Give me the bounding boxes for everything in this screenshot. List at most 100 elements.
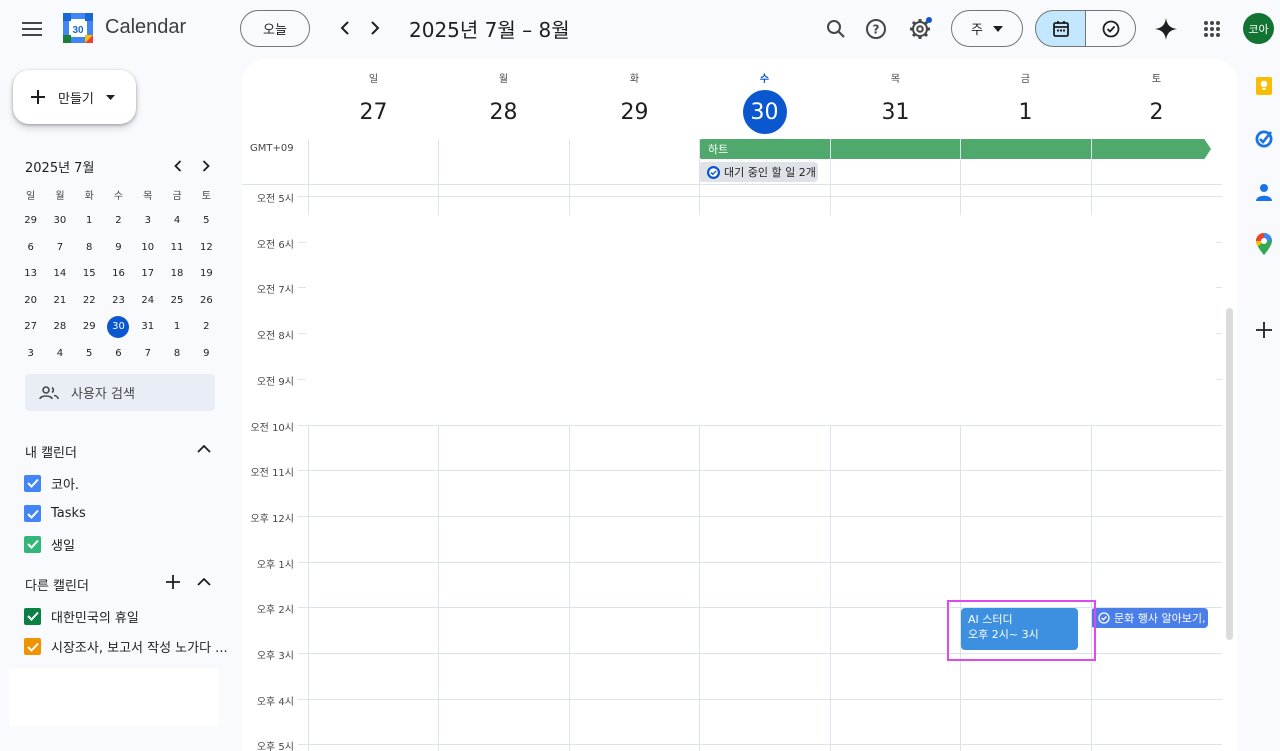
checkbox-checked-icon[interactable] (24, 638, 41, 655)
mini-day-cell[interactable]: 23 (104, 288, 133, 312)
mini-day-cell[interactable]: 5 (192, 209, 221, 233)
mini-day-cell[interactable]: 14 (45, 262, 74, 286)
main-menu-icon[interactable] (16, 13, 48, 45)
mini-day-cell[interactable]: 6 (104, 341, 133, 365)
gemini-sparkle-icon[interactable] (1150, 13, 1182, 45)
mini-day-cell[interactable]: 30 (45, 209, 74, 233)
mini-day-number: 5 (203, 215, 210, 227)
apps-grid-icon[interactable] (1196, 13, 1228, 45)
calendar-list-item[interactable]: 생일 (24, 534, 75, 554)
mini-day-cell[interactable]: 11 (162, 235, 191, 259)
mini-day-cell[interactable]: 10 (133, 235, 162, 259)
day-number[interactable]: 30 (742, 90, 787, 134)
settings-gear-icon[interactable] (904, 13, 936, 45)
day-column-header[interactable]: 토2 (1091, 59, 1222, 134)
search-icon[interactable] (820, 13, 852, 45)
help-icon[interactable]: ? (860, 13, 892, 45)
next-week-icon[interactable] (361, 14, 389, 42)
day-number[interactable]: 29 (613, 90, 657, 134)
mini-day-cell[interactable]: 8 (162, 341, 191, 365)
prev-week-icon[interactable] (331, 14, 359, 42)
view-selector-dropdown[interactable]: 주 (951, 10, 1023, 47)
calendar-list-item[interactable]: Tasks (24, 504, 86, 524)
checkbox-checked-icon[interactable] (24, 607, 41, 625)
day-column-header[interactable]: 수 30 (699, 59, 830, 134)
create-button[interactable]: 만들기 (13, 70, 136, 124)
checkbox-checked-icon[interactable] (24, 474, 41, 492)
checkbox-checked-icon[interactable] (24, 505, 41, 522)
calendar-list-item[interactable]: 시장조사, 보고서 작성 노가다 ... (24, 637, 228, 657)
mini-day-cell[interactable]: 29 (16, 209, 45, 233)
allday-event-bar[interactable]: 하트 (699, 139, 1211, 159)
account-avatar[interactable]: 코아 (1243, 13, 1274, 44)
day-number[interactable]: 28 (482, 90, 526, 134)
mini-day-cell[interactable]: 24 (133, 288, 162, 312)
mini-day-cell[interactable]: 29 (75, 315, 104, 339)
mini-day-cell[interactable]: 1 (162, 315, 191, 339)
add-addon-plus-icon[interactable] (1252, 318, 1276, 342)
mini-day-cell[interactable]: 2 (104, 209, 133, 233)
mini-day-cell[interactable]: 5 (75, 341, 104, 365)
mini-day-cell[interactable]: 9 (192, 341, 221, 365)
mini-day-cell[interactable]: 4 (45, 341, 74, 365)
hour-gridline (298, 698, 1222, 700)
today-button[interactable]: 오늘 (240, 10, 310, 47)
mini-day-cell[interactable]: 12 (192, 235, 221, 259)
mini-day-cell[interactable]: 20 (16, 288, 45, 312)
mini-day-cell[interactable]: 16 (104, 262, 133, 286)
mini-day-cell[interactable]: 21 (45, 288, 74, 312)
mini-day-cell[interactable]: 7 (45, 235, 74, 259)
mini-day-cell[interactable]: 9 (104, 235, 133, 259)
day-column-header[interactable]: 화 29 (569, 59, 700, 134)
day-number[interactable]: 31 (874, 90, 918, 134)
mini-day-cell[interactable]: 19 (192, 262, 221, 286)
day-column-header[interactable]: 월 28 (438, 59, 569, 134)
tasks-view-toggle[interactable] (1085, 10, 1136, 47)
mini-day-cell[interactable]: 31 (133, 315, 162, 339)
pending-tasks-chip[interactable]: 대기 중인 할 일 2개 (699, 162, 818, 182)
mini-day-cell[interactable]: 22 (75, 288, 104, 312)
mini-day-cell[interactable]: 15 (75, 262, 104, 286)
people-search-button[interactable]: 사용자 검색 (25, 374, 215, 411)
hour-gridline (298, 515, 1222, 517)
mini-next-month-icon[interactable] (194, 154, 218, 178)
calendar-view-toggle[interactable] (1035, 10, 1086, 47)
mini-day-cell[interactable]: 3 (16, 341, 45, 365)
mini-prev-month-icon[interactable] (166, 154, 190, 178)
mini-day-number: 11 (170, 241, 184, 253)
mini-day-cell[interactable]: 28 (45, 315, 74, 339)
mini-day-cell[interactable]: 13 (16, 262, 45, 286)
day-number[interactable]: 2 (1135, 90, 1179, 134)
mini-day-cell[interactable]: 6 (16, 235, 45, 259)
calendar-list-item[interactable]: 코아. (24, 473, 79, 493)
mini-day-cell[interactable]: 8 (75, 235, 104, 259)
checkbox-checked-icon[interactable] (24, 535, 41, 553)
calendar-list-item[interactable]: 대한민국의 휴일 (24, 606, 139, 626)
scrollbar[interactable] (1226, 308, 1233, 640)
day-number[interactable]: 27 (352, 90, 396, 134)
mini-day-cell[interactable]: 2 (192, 315, 221, 339)
day-column-header[interactable]: 금1 (960, 59, 1091, 134)
task-culture-event[interactable]: 문화 행사 알아보기, (1091, 608, 1208, 628)
mini-day-cell[interactable]: 4 (162, 209, 191, 233)
add-calendar-plus-icon[interactable] (162, 571, 184, 593)
mini-day-cell[interactable]: 17 (133, 262, 162, 286)
tasks-icon[interactable] (1252, 127, 1276, 151)
mini-day-cell[interactable]: 3 (133, 209, 162, 233)
mini-day-cell[interactable]: 27 (16, 315, 45, 339)
keep-icon[interactable] (1252, 74, 1276, 98)
chevron-up-icon[interactable] (193, 438, 215, 460)
day-number[interactable]: 1 (1004, 90, 1048, 134)
calendar-logo-icon[interactable]: 30 (63, 13, 93, 43)
mini-day-cell[interactable]: 18 (162, 262, 191, 286)
chevron-up-icon[interactable] (193, 571, 215, 593)
mini-day-cell[interactable]: 1 (75, 209, 104, 233)
contacts-icon[interactable] (1252, 180, 1276, 204)
maps-icon[interactable] (1252, 232, 1276, 256)
mini-day-cell[interactable]: 25 (162, 288, 191, 312)
day-column-header[interactable]: 목 31 (830, 59, 961, 134)
mini-day-cell[interactable]: 7 (133, 341, 162, 365)
mini-day-cell[interactable]: 26 (192, 288, 221, 312)
mini-day-cell[interactable]: 30 (104, 315, 133, 339)
day-column-header[interactable]: 일 27 (308, 59, 439, 134)
